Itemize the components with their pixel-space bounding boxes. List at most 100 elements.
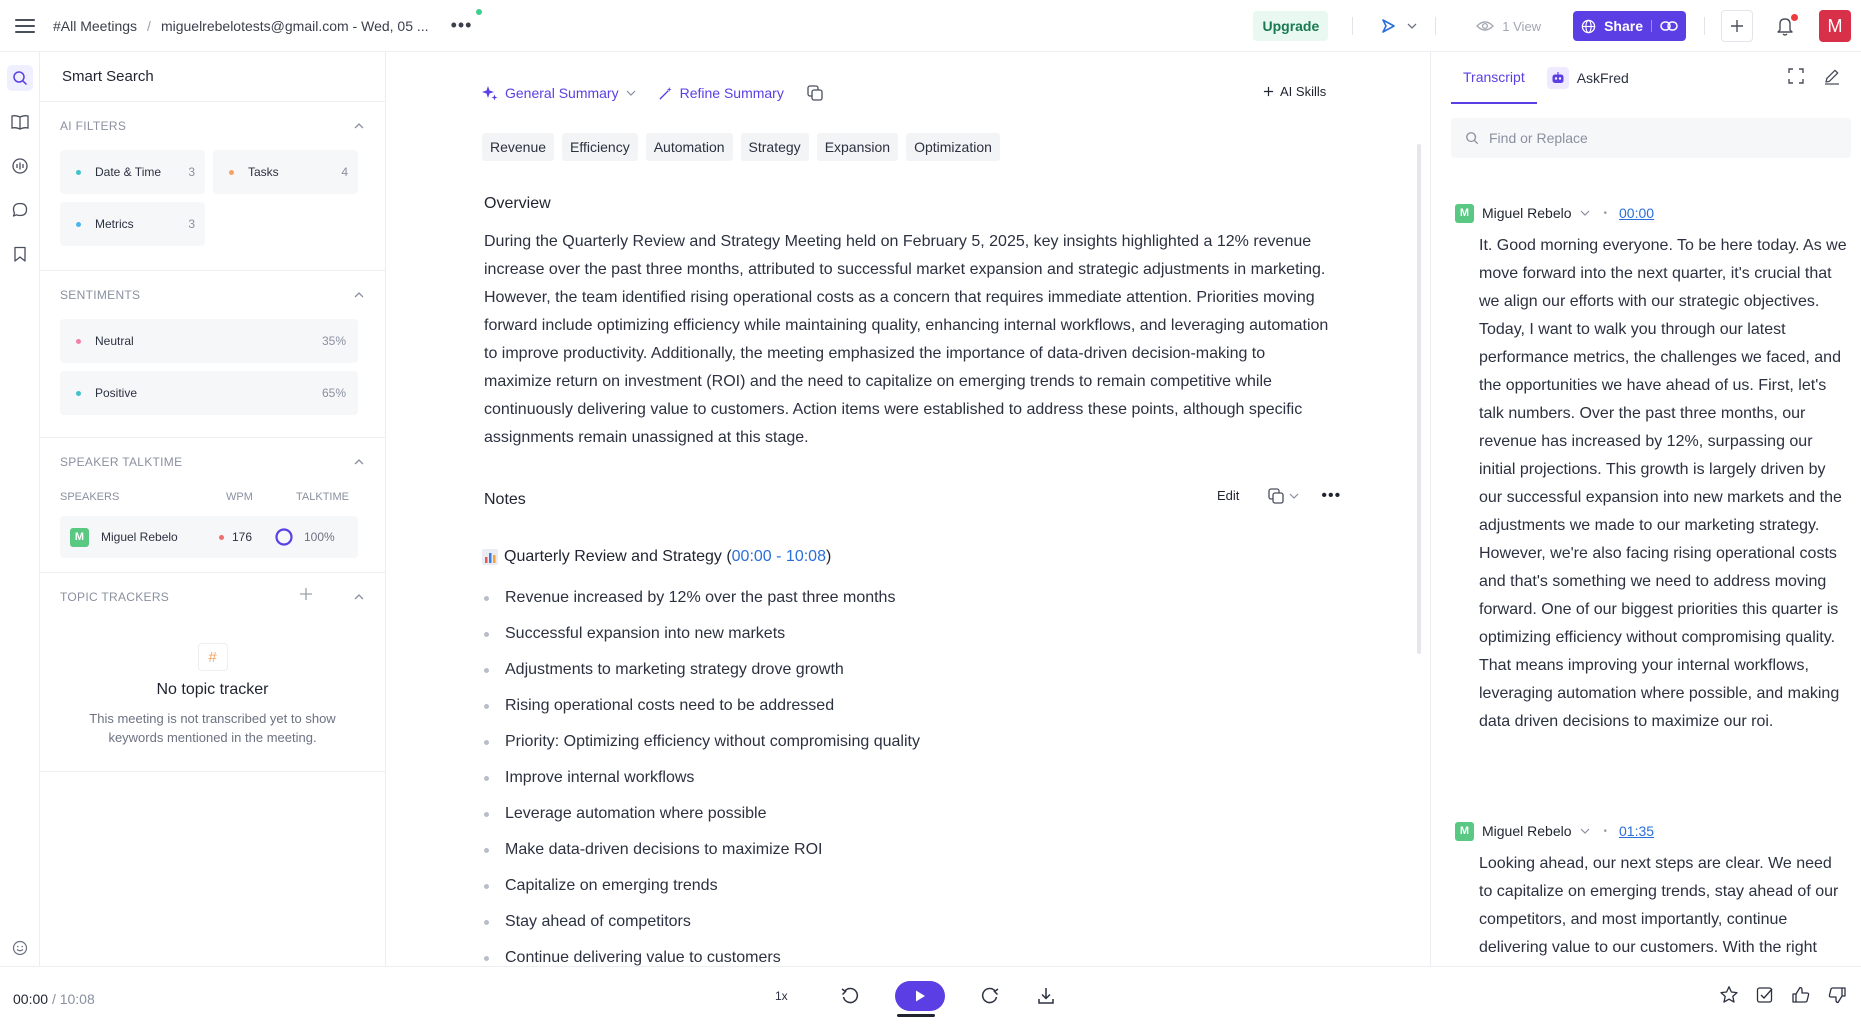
speaker-name[interactable]: Miguel Rebelo [1482, 823, 1572, 839]
filter-chip-metrics[interactable]: Metrics 3 [60, 202, 205, 246]
filter-chip-tasks[interactable]: Tasks 4 [213, 150, 358, 194]
tag-strategy[interactable]: Strategy [740, 133, 809, 161]
notification-dot [1791, 14, 1798, 21]
thumbs-down-icon[interactable] [1827, 985, 1847, 1005]
user-avatar[interactable]: M [1819, 10, 1851, 42]
breadcrumb-meeting-title[interactable]: miguelrebelotests@gmail.com - Wed, 05 ..… [161, 18, 429, 34]
left-rail [0, 52, 40, 966]
star-icon[interactable] [1719, 985, 1739, 1005]
sentiment-neutral[interactable]: Neutral 35% [60, 319, 358, 363]
menu-icon[interactable] [15, 18, 35, 33]
ai-skills-button[interactable]: AI Skills [1263, 84, 1326, 99]
segment-text: It. Good morning everyone. To be here to… [1479, 237, 1847, 730]
refine-summary-button[interactable]: Refine Summary [658, 85, 784, 101]
plus-icon [1731, 20, 1743, 32]
search-icon [1466, 132, 1479, 145]
list-item: Leverage automation where possible [484, 796, 920, 832]
segment-timestamp[interactable]: 00:00 [1619, 205, 1654, 221]
segment-timestamp[interactable]: 01:35 [1619, 823, 1654, 839]
search-icon[interactable] [7, 65, 33, 91]
views-label: 1 View [1502, 18, 1542, 34]
globe-icon [1581, 19, 1596, 33]
play-button[interactable] [895, 981, 945, 1017]
chevron-up-icon[interactable] [353, 289, 365, 301]
copy-notes-button[interactable] [1267, 487, 1299, 505]
chevron-up-icon[interactable] [353, 591, 365, 603]
overview-text: During the Quarterly Review and Strategy… [484, 233, 1329, 446]
views-counter[interactable]: 1 View [1476, 19, 1541, 34]
notes-toolbar: Edit ••• [1211, 484, 1341, 507]
hashtag-icon: # [197, 643, 228, 671]
find-replace-input[interactable]: Find or Replace [1451, 118, 1851, 158]
share-label: Share [1604, 18, 1643, 34]
upgrade-button[interactable]: Upgrade [1253, 11, 1329, 41]
chip-dot [76, 338, 81, 344]
list-item: Stay ahead of competitors [484, 904, 920, 940]
chat-icon[interactable] [7, 197, 33, 223]
section-start-time[interactable]: 00:00 [732, 548, 772, 565]
pencil-icon[interactable] [1823, 67, 1841, 85]
breadcrumb-all-meetings[interactable]: #All Meetings [53, 18, 137, 34]
download-icon[interactable] [1031, 981, 1061, 1011]
general-summary-dropdown[interactable]: General Summary [482, 85, 636, 101]
speaker-name[interactable]: Miguel Rebelo [1482, 205, 1572, 221]
status-dot [476, 9, 483, 15]
add-button[interactable] [1721, 10, 1753, 42]
tab-askfred[interactable]: AskFred [1546, 67, 1629, 89]
share-button[interactable]: Share [1573, 11, 1686, 41]
notes-section-label: Quarterly Review and Strategy ( [504, 548, 732, 565]
sentiment-label: Neutral [95, 334, 134, 348]
forward-icon[interactable] [975, 981, 1005, 1011]
notes-section-title: Quarterly Review and Strategy (00:00 - 1… [482, 548, 831, 566]
talktime-title: SPEAKER TALKTIME [60, 455, 183, 469]
book-icon[interactable] [7, 109, 33, 135]
expand-icon[interactable] [1787, 67, 1805, 85]
tag-automation[interactable]: Automation [645, 133, 733, 161]
speaker-avatar: M [1455, 203, 1474, 223]
send-icon[interactable] [1375, 13, 1401, 39]
bar-chart-icon [482, 549, 498, 565]
checklist-icon[interactable] [1755, 985, 1775, 1005]
list-item: Continue delivering value to customers [484, 940, 920, 966]
more-notes-icon[interactable]: ••• [1321, 487, 1341, 505]
add-topic-plus-icon[interactable] [299, 584, 313, 607]
chevron-down-icon[interactable] [1580, 208, 1590, 218]
chevron-down-icon[interactable] [1580, 826, 1590, 836]
soundwave-icon[interactable] [7, 153, 33, 179]
chevron-down-icon[interactable] [1407, 21, 1417, 31]
talktime-columns: SPEAKERS WPM TALKTIME [60, 486, 365, 508]
sentiment-pct: 65% [321, 386, 346, 400]
bookmark-icon[interactable] [7, 241, 33, 267]
topic-trackers-section: TOPIC TRACKERS # No topic tracker This m… [40, 573, 385, 772]
topic-tracker-empty-state: # No topic tracker This meeting is not t… [60, 621, 365, 771]
segment-text: Looking ahead, our next steps are clear.… [1479, 855, 1839, 956]
rewind-icon[interactable] [835, 981, 865, 1011]
summary-toolbar: General Summary Refine Summary [482, 84, 824, 102]
speed-button[interactable]: 1x [775, 989, 805, 1003]
tag-revenue[interactable]: Revenue [482, 133, 555, 161]
more-options-button[interactable]: ••• [451, 9, 483, 36]
edit-notes-button[interactable]: Edit [1211, 484, 1245, 507]
notes-list: Revenue increased by 12% over the past t… [484, 580, 920, 966]
tag-expansion[interactable]: Expansion [816, 133, 899, 161]
tag-optimization[interactable]: Optimization [906, 133, 1000, 161]
notifications-button[interactable] [1769, 10, 1801, 42]
speaker-talktime-section: SPEAKER TALKTIME SPEAKERS WPM TALKTIME M… [40, 438, 385, 573]
speaker-row[interactable]: M Miguel Rebelo 176 100% [60, 516, 358, 558]
feedback-smiley-icon[interactable] [12, 940, 28, 959]
chevron-up-icon[interactable] [353, 456, 365, 468]
tag-efficiency[interactable]: Efficiency [562, 133, 638, 161]
link-icon[interactable] [1651, 20, 1678, 32]
filter-chip-date-time[interactable]: Date & Time 3 [60, 150, 205, 194]
chevron-up-icon[interactable] [353, 120, 365, 132]
copy-summary-button[interactable] [806, 84, 824, 102]
section-end-time[interactable]: 10:08 [786, 548, 826, 565]
tab-transcript[interactable]: Transcript [1451, 52, 1537, 104]
list-item: Revenue increased by 12% over the past t… [484, 580, 920, 616]
empty-description: This meeting is not transcribed yet to s… [89, 711, 336, 745]
scrollbar[interactable] [1417, 144, 1421, 654]
sentiment-positive[interactable]: Positive 65% [60, 371, 358, 415]
plus-icon [1263, 86, 1274, 97]
breadcrumb-separator: / [147, 17, 151, 34]
thumbs-up-icon[interactable] [1791, 985, 1811, 1005]
